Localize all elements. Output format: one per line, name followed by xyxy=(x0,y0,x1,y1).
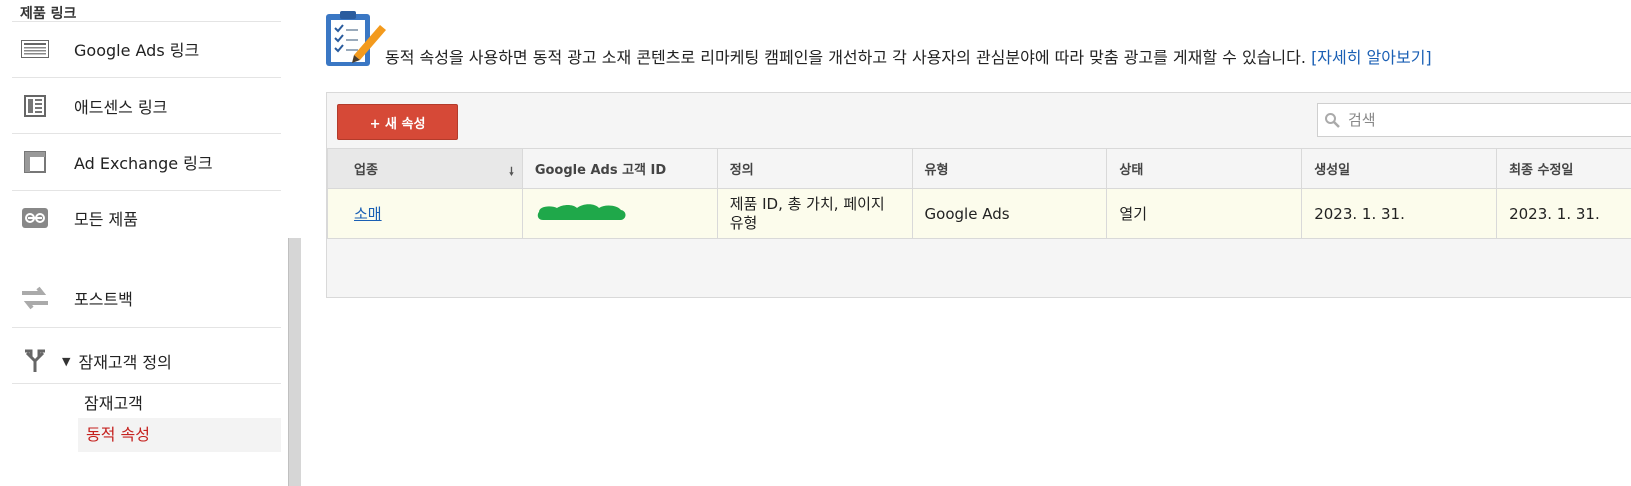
sidebar-item-audience-definition[interactable]: ▼ 잠재고객 정의 xyxy=(12,339,281,383)
sidebar: 제품 링크 Google Ads 링크 애드센스 링크 Ad Exchange … xyxy=(0,0,290,486)
sidebar-item-adsense-link[interactable]: 애드센스 링크 xyxy=(12,78,281,134)
section-title-product-links: 제품 링크 xyxy=(20,6,77,22)
column-header-status[interactable]: 상태 xyxy=(1106,148,1303,189)
all-products-link-icon xyxy=(20,205,50,231)
google-ads-link-icon xyxy=(20,36,50,62)
sidebar-subitem-audiences[interactable]: 잠재고객 xyxy=(84,390,143,414)
sidebar-item-label: Google Ads 링크 xyxy=(74,41,200,60)
banner-text: 동적 속성을 사용하면 동적 광고 소재 콘텐츠로 리마케팅 캠페인을 개선하고… xyxy=(385,48,1306,67)
table-header-row: 업종 🠗 Google Ads 고객 ID 정의 유형 상태 생성일 최종 수정… xyxy=(327,148,1631,189)
sidebar-item-label: 포스트백 xyxy=(74,290,133,309)
sidebar-subitem-dynamic-attributes[interactable]: 동적 속성 xyxy=(78,418,281,452)
redacted-customer-id xyxy=(535,202,635,220)
divider xyxy=(12,383,281,384)
column-header-type[interactable]: 유형 xyxy=(911,148,1108,189)
banner-message: 동적 속성을 사용하면 동적 광고 소재 콘텐츠로 리마케팅 캠페인을 개선하고… xyxy=(385,44,1432,68)
toolbar: + 새 속성 xyxy=(327,93,1631,148)
audience-definition-icon xyxy=(20,348,50,374)
search-input[interactable] xyxy=(1346,110,1630,130)
cell-definition: 제품 ID, 총 가치, 페이지 유형 xyxy=(716,188,913,239)
cell-industry: 소매 xyxy=(327,188,523,239)
divider xyxy=(12,327,281,328)
column-header-industry[interactable]: 업종 🠗 xyxy=(327,148,523,189)
sort-descending-icon: 🠗 xyxy=(509,165,514,178)
column-header-label: 업종 xyxy=(354,163,378,178)
cell-status: 열기 xyxy=(1106,188,1303,239)
chevron-down-icon: ▼ xyxy=(62,354,71,368)
attribute-link[interactable]: 소매 xyxy=(354,205,382,223)
attributes-panel: + 새 속성 업종 🠗 Google Ads 고객 ID 정의 유형 상태 생성… xyxy=(326,92,1631,298)
column-header-modified[interactable]: 최종 수정일 xyxy=(1496,148,1631,189)
cell-customer-id xyxy=(521,188,718,239)
ad-exchange-link-icon xyxy=(20,149,50,175)
clipboard-checklist-icon xyxy=(326,11,388,67)
sidebar-scrollbar[interactable] xyxy=(288,238,301,486)
sidebar-item-postback[interactable]: 포스트백 xyxy=(12,270,281,326)
cell-created: 2023. 1. 31. xyxy=(1301,188,1498,239)
attributes-table: 업종 🠗 Google Ads 고객 ID 정의 유형 상태 생성일 최종 수정… xyxy=(327,148,1631,239)
sidebar-item-google-ads-link[interactable]: Google Ads 링크 xyxy=(12,21,281,77)
sidebar-item-ad-exchange-link[interactable]: Ad Exchange 링크 xyxy=(12,134,281,190)
cell-type: Google Ads xyxy=(911,188,1108,239)
sidebar-item-label: Ad Exchange 링크 xyxy=(74,154,213,173)
cell-modified: 2023. 1. 31. xyxy=(1496,188,1631,239)
column-header-customer-id[interactable]: Google Ads 고객 ID xyxy=(521,148,718,189)
adsense-link-icon xyxy=(20,93,50,119)
column-header-definition[interactable]: 정의 xyxy=(716,148,913,189)
sidebar-group-label: 잠재고객 정의 xyxy=(78,353,172,372)
postback-icon xyxy=(20,285,50,311)
new-attribute-button[interactable]: + 새 속성 xyxy=(337,104,458,140)
sidebar-item-label: 애드센스 링크 xyxy=(74,98,168,117)
sidebar-item-label: 모든 제품 xyxy=(74,210,138,229)
learn-more-link[interactable]: [자세히 알아보기] xyxy=(1311,48,1432,67)
table-row: 소매 제품 ID, 총 가치, 페이지 유형 Google Ads 열기 202… xyxy=(327,188,1631,239)
column-header-created[interactable]: 생성일 xyxy=(1301,148,1498,189)
search-box[interactable] xyxy=(1317,103,1631,137)
sidebar-item-all-products[interactable]: 모든 제품 xyxy=(12,190,281,246)
search-icon xyxy=(1318,112,1346,128)
